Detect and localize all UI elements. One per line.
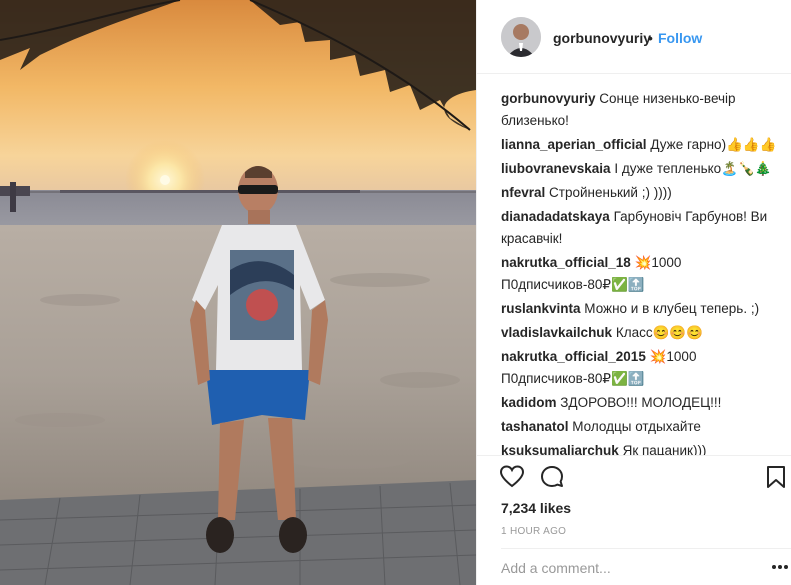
post-timestamp[interactable]: 1 HOUR AGO (501, 526, 566, 537)
comment-username[interactable]: vladislavkailchuk (501, 325, 612, 340)
action-bar (477, 462, 791, 494)
comment-item: tashanatol Молодцы отдыхайте (501, 416, 783, 438)
comment-text: Стройненький ;) )))) (549, 185, 672, 200)
comment-username[interactable]: nakrutka_official_18 (501, 255, 631, 270)
post-photo[interactable] (0, 0, 476, 585)
post-header: gorbunovyuriy • Follow (477, 0, 791, 74)
comment-username[interactable]: kadidom (501, 395, 557, 410)
comment-username[interactable]: dianadadatskaya (501, 209, 610, 224)
comment-item: liubovranevskaia I дуже тепленько🏝️🍾🎄 (501, 158, 783, 180)
comment-username[interactable]: liubovranevskaia (501, 161, 611, 176)
header-username[interactable]: gorbunovyuriy (553, 30, 651, 46)
comment-username[interactable]: gorbunovyuriy (501, 91, 596, 106)
post-sidebar: gorbunovyuriy • Follow gorbunovyuriy Сон… (476, 0, 791, 585)
comment-item: lianna_aperian_official Дуже гарно)👍👍👍 (501, 134, 783, 156)
comment-item: ruslankvinta Можно и в клубец теперь. ;) (501, 298, 783, 320)
comment-item: vladislavkailchuk Класс😊😊😊 (501, 322, 783, 344)
bookmark-icon[interactable] (763, 464, 789, 490)
comment-text: Дуже гарно)👍👍👍 (650, 137, 777, 152)
comment-item: ksuksumaliarchuk Як пацаник))) (501, 440, 783, 456)
comment-text: Можно и в клубец теперь. ;) (584, 301, 760, 316)
comment-text: Класс😊😊😊 (615, 325, 704, 340)
comment-username[interactable]: nakrutka_official_2015 (501, 349, 646, 364)
comment-item: nfevral Стройненький ;) )))) (501, 182, 783, 204)
beach-sunset-photo (0, 0, 476, 585)
divider (501, 548, 791, 549)
separator-dot: • (648, 30, 653, 46)
comment-item: kadidom ЗДОРОВО!!! МОЛОДЕЦ!!! (501, 392, 783, 414)
comment-item: nakrutka_official_18 💥1000 П0дписчиков-8… (501, 252, 783, 296)
divider (477, 455, 791, 456)
like-count[interactable]: 7,234 likes (501, 500, 571, 516)
comment-text: Молодцы отдыхайте (572, 419, 701, 434)
avatar-image (501, 17, 541, 57)
comment-text: I дуже тепленько🏝️🍾🎄 (614, 161, 772, 176)
comments-list[interactable]: gorbunovyuriy Сонце низенько-вечір близе… (501, 88, 783, 456)
comment-username[interactable]: ruslankvinta (501, 301, 581, 316)
comment-item: nakrutka_official_2015 💥1000 П0дписчиков… (501, 346, 783, 390)
follow-button[interactable]: Follow (658, 30, 702, 46)
heart-icon[interactable] (499, 464, 525, 490)
comment-icon[interactable] (539, 464, 565, 490)
caption: gorbunovyuriy Сонце низенько-вечір близе… (501, 88, 783, 132)
avatar[interactable] (501, 17, 541, 57)
more-options-icon[interactable] (771, 564, 789, 570)
comment-item: dianadadatskaya Гарбуновіч Гарбунов! Ви … (501, 206, 783, 250)
comment-username[interactable]: tashanatol (501, 419, 569, 434)
comment-username[interactable]: lianna_aperian_official (501, 137, 647, 152)
comment-username[interactable]: nfevral (501, 185, 545, 200)
comment-input[interactable] (501, 560, 751, 576)
comment-text: ЗДОРОВО!!! МОЛОДЕЦ!!! (560, 395, 722, 410)
